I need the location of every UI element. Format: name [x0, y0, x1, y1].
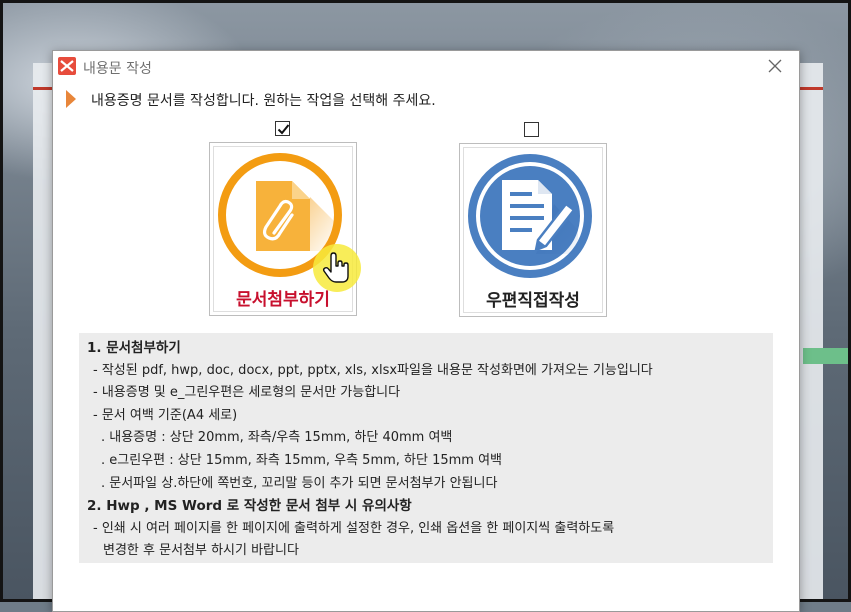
info-line: . 문서파일 상.하단에 쪽번호, 꼬리말 등이 추가 되면 문서첨부가 안됩니…	[101, 475, 498, 491]
app-logo-icon	[58, 57, 76, 75]
attach-document-checkbox[interactable]	[275, 121, 290, 136]
info-line: . 내용증명 : 상단 20mm, 좌측/우측 15mm, 하단 40mm 여백	[101, 430, 453, 446]
background-green-bar	[803, 348, 848, 364]
direct-compose-option[interactable]: 우편직접작성	[459, 143, 607, 317]
info-line: - 인쇄 시 여러 페이지를 한 페이지에 출력하게 설정한 경우, 인쇄 옵션…	[93, 520, 615, 536]
hand-pointer-icon	[313, 244, 361, 292]
compose-dialog: 내용문 작성 내용증명 문서를 작성합니다. 원하는 작업을 선택해 주세요.	[52, 50, 800, 612]
document-pencil-icon	[468, 154, 592, 278]
arrow-right-icon	[66, 90, 76, 108]
info-line: 변경한 후 문서첨부 하시기 바랍니다	[103, 543, 299, 559]
close-icon[interactable]	[765, 56, 785, 76]
direct-compose-checkbox[interactable]	[524, 122, 539, 137]
instruction-text: 내용증명 문서를 작성합니다. 원하는 작업을 선택해 주세요.	[91, 93, 436, 109]
info-line: - 문서 여백 기준(A4 세로)	[93, 407, 238, 423]
direct-compose-label: 우편직접작성	[486, 291, 580, 311]
info-line: . e그린우편 : 상단 15mm, 좌측 15mm, 우측 5mm, 하단 1…	[101, 452, 503, 468]
section2-title: 2. Hwp , MS Word 로 작성한 문서 첨부 시 유의사항	[87, 498, 412, 515]
section1-title: 1. 문서첨부하기	[87, 340, 181, 356]
title-bar: 내용문 작성	[53, 51, 799, 83]
info-panel: 1. 문서첨부하기 - 작성된 pdf, hwp, doc, docx, ppt…	[79, 333, 773, 563]
info-line: - 내용증명 및 e_그린우편은 세로형의 문서만 가능합니다	[93, 385, 401, 401]
info-line: - 작성된 pdf, hwp, doc, docx, ppt, pptx, xl…	[93, 362, 653, 378]
dialog-title: 내용문 작성	[83, 61, 152, 77]
checkmark-icon	[277, 124, 290, 135]
